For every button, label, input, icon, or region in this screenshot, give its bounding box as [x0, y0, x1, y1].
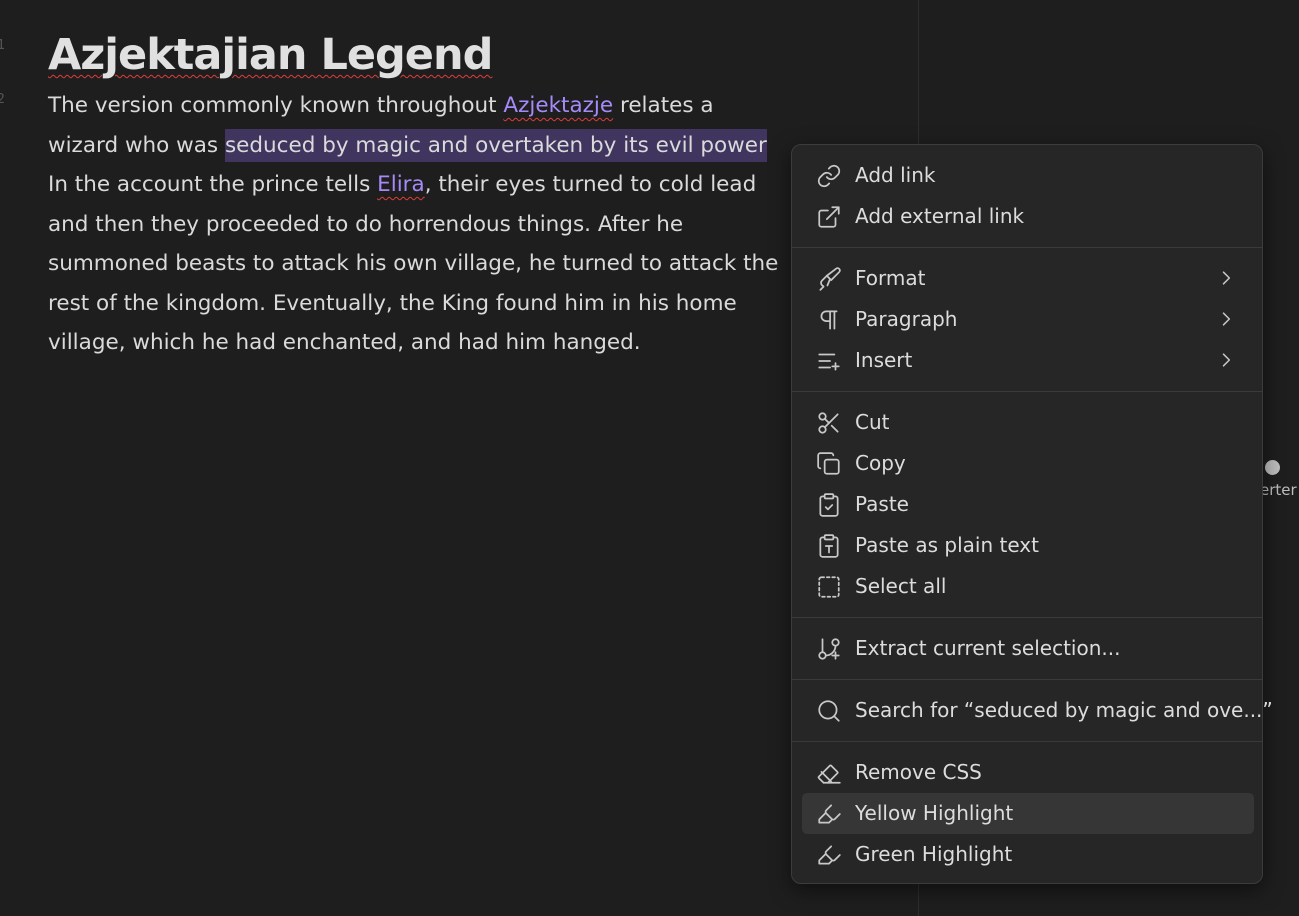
menu-item-yellow-highlight[interactable]: Yellow Highlight — [802, 793, 1254, 834]
graph-node[interactable] — [1265, 460, 1280, 475]
menu-item-label: Select all — [855, 574, 947, 598]
menu-item-add-external-link[interactable]: Add external link — [802, 196, 1254, 237]
menu-item-label: Paragraph — [855, 307, 958, 331]
internal-link-elira[interactable]: Elira — [377, 172, 425, 197]
menu-item-copy[interactable]: Copy — [802, 443, 1254, 484]
menu-item-label: Remove CSS — [855, 760, 982, 784]
menu-item-format[interactable]: Format — [802, 258, 1254, 299]
paintbrush-icon — [816, 266, 842, 292]
external-link-icon — [816, 204, 842, 230]
text-span: , their eyes turned to cold lead — [424, 172, 757, 197]
note-title[interactable]: Azjektajian Legend — [48, 30, 493, 80]
internal-link-azjektazje[interactable]: Azjektazje — [503, 93, 613, 118]
menu-item-green-highlight[interactable]: Green Highlight — [802, 834, 1254, 875]
menu-item-label: Cut — [855, 410, 890, 434]
paragraph-line: In the account the prince tells Elira, t… — [48, 165, 828, 205]
select-all-icon — [816, 574, 842, 600]
paragraph-line: and then they proceeded to do horrendous… — [48, 211, 684, 237]
menu-separator — [792, 247, 1262, 248]
menu-item-label: Insert — [855, 348, 913, 372]
menu-separator — [792, 617, 1262, 618]
text-span: In the account the prince tells — [48, 172, 378, 197]
menu-item-label: Add external link — [855, 204, 1025, 228]
menu-item-paragraph[interactable]: Paragraph — [802, 299, 1254, 340]
menu-item-insert[interactable]: Insert — [802, 340, 1254, 381]
menu-item-label: Copy — [855, 451, 906, 475]
graph-node-label: erter T — [1260, 481, 1299, 499]
menu-item-add-link[interactable]: Add link — [802, 155, 1254, 196]
menu-item-remove-css[interactable]: Remove CSS — [802, 752, 1254, 793]
pilcrow-icon — [816, 307, 842, 333]
menu-item-search-selection[interactable]: Search for “seduced by magic and ove...” — [802, 690, 1273, 731]
line-number: 2 — [0, 92, 5, 107]
context-menu[interactable]: Add link Add external link Format Paragr… — [791, 144, 1273, 884]
paragraph-line: The version commonly known throughout Az… — [48, 86, 828, 126]
menu-item-select-all[interactable]: Select all — [802, 566, 1254, 607]
paragraph-line: rest of the kingdom. Eventually, the Kin… — [48, 290, 737, 316]
menu-item-extract-selection[interactable]: Extract current selection... — [802, 628, 1254, 669]
title-text: Azjektajian Legend — [48, 30, 493, 80]
eraser-icon — [816, 760, 842, 786]
text-selection[interactable]: seduced by magic and overtaken by its ev… — [224, 128, 767, 162]
text-span: wizard who was — [48, 132, 225, 158]
chevron-right-icon — [1216, 309, 1236, 329]
menu-item-paste-plain-text[interactable]: Paste as plain text — [802, 525, 1254, 566]
paragraph-line: village, which he had enchanted, and had… — [48, 330, 641, 355]
text-span: relates a — [613, 93, 714, 118]
clipboard-text-icon — [816, 533, 842, 559]
menu-separator — [792, 391, 1262, 392]
menu-item-paste[interactable]: Paste — [802, 484, 1254, 525]
menu-item-label: Format — [855, 266, 926, 290]
scissors-icon — [816, 410, 842, 436]
list-plus-icon — [816, 348, 842, 374]
chevron-right-icon — [1216, 268, 1236, 288]
line-number: 1 — [0, 38, 5, 53]
clipboard-check-icon — [816, 492, 842, 518]
menu-item-label: Add link — [855, 163, 936, 187]
menu-item-label: Extract current selection... — [855, 636, 1121, 660]
chevron-right-icon — [1216, 350, 1236, 370]
note-paragraph[interactable]: The version commonly known throughout Az… — [48, 86, 828, 363]
highlighter-icon — [816, 801, 842, 827]
menu-item-label: Green Highlight — [855, 842, 1013, 866]
menu-item-cut[interactable]: Cut — [802, 402, 1254, 443]
highlighter-icon — [816, 842, 842, 868]
text-span: The version commonly known throughout — [48, 93, 504, 118]
link-icon — [816, 163, 842, 189]
menu-item-label: Paste — [855, 492, 909, 516]
menu-separator — [792, 679, 1262, 680]
menu-item-label: Search for “seduced by magic and ove...” — [855, 698, 1273, 722]
paragraph-line: wizard who was seduced by magic and over… — [48, 126, 828, 166]
editor-pane[interactable]: 1 2 Azjektajian Legend The version commo… — [0, 0, 918, 916]
search-icon — [816, 698, 842, 724]
menu-item-label: Yellow Highlight — [855, 801, 1014, 825]
copy-icon — [816, 451, 842, 477]
paragraph-line: summoned beasts to attack his own villag… — [48, 251, 779, 276]
menu-item-label: Paste as plain text — [855, 533, 1039, 557]
menu-separator — [792, 741, 1262, 742]
git-branch-plus-icon — [816, 636, 842, 662]
